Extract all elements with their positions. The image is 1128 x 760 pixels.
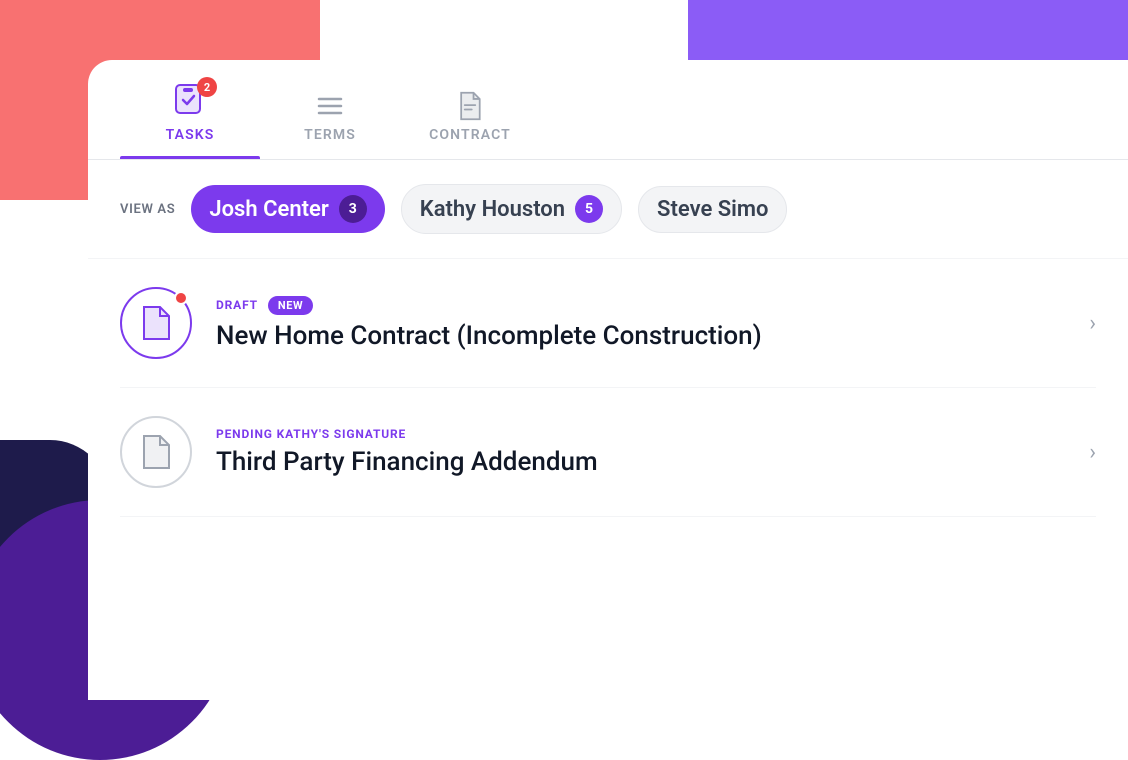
item-1-title: New Home Contract (Incomplete Constructi… xyxy=(216,321,1065,351)
person-badge-josh: 3 xyxy=(339,195,367,223)
main-card: 2 TASKS TERMS CONTRACT VIEW AS Jo xyxy=(88,60,1128,700)
person-name-kathy: Kathy Houston xyxy=(420,197,565,222)
item-2-chevron: › xyxy=(1089,440,1096,465)
contract-tab-label: CONTRACT xyxy=(429,127,511,143)
item-1-new-badge: NEW xyxy=(268,296,313,315)
tasks-icon-wrap: 2 xyxy=(173,83,207,121)
item-2-meta: PENDING KATHY'S SIGNATURE xyxy=(216,427,1065,441)
person-name-steve: Steve Simo xyxy=(657,197,768,222)
tab-terms[interactable]: TERMS xyxy=(260,91,400,159)
item-2-title: Third Party Financing Addendum xyxy=(216,447,1065,477)
item-1-icon xyxy=(140,305,172,341)
item-1-content: DRAFT NEW New Home Contract (Incomplete … xyxy=(216,296,1065,351)
tasks-tab-label: TASKS xyxy=(166,127,215,143)
contract-item-2[interactable]: PENDING KATHY'S SIGNATURE Third Party Fi… xyxy=(120,388,1096,517)
item-2-icon-wrap xyxy=(120,416,192,488)
tab-tasks[interactable]: 2 TASKS xyxy=(120,83,260,159)
item-1-icon-wrap xyxy=(120,287,192,359)
person-pill-josh[interactable]: Josh Center 3 xyxy=(191,185,384,233)
item-1-chevron: › xyxy=(1089,311,1096,336)
tabs-bar: 2 TASKS TERMS CONTRACT xyxy=(88,60,1128,160)
tasks-badge: 2 xyxy=(197,77,217,97)
terms-icon xyxy=(315,91,345,121)
item-2-icon xyxy=(140,434,172,470)
person-badge-kathy: 5 xyxy=(575,195,603,223)
item-1-dot xyxy=(174,291,188,305)
item-2-status: PENDING KATHY'S SIGNATURE xyxy=(216,427,406,441)
item-1-meta: DRAFT NEW xyxy=(216,296,1065,315)
tab-contract[interactable]: CONTRACT xyxy=(400,91,540,159)
person-name-josh: Josh Center xyxy=(209,197,328,222)
contract-item-1[interactable]: DRAFT NEW New Home Contract (Incomplete … xyxy=(120,259,1096,388)
item-1-status: DRAFT xyxy=(216,298,258,312)
contract-icon xyxy=(455,91,485,121)
items-list: DRAFT NEW New Home Contract (Incomplete … xyxy=(88,259,1128,517)
person-pill-steve[interactable]: Steve Simo xyxy=(638,186,787,233)
terms-tab-label: TERMS xyxy=(304,127,356,143)
view-as-section: VIEW AS Josh Center 3 Kathy Houston 5 St… xyxy=(88,160,1128,259)
item-2-content: PENDING KATHY'S SIGNATURE Third Party Fi… xyxy=(216,427,1065,477)
view-as-label: VIEW AS xyxy=(120,202,175,217)
person-pill-kathy[interactable]: Kathy Houston 5 xyxy=(401,184,622,234)
